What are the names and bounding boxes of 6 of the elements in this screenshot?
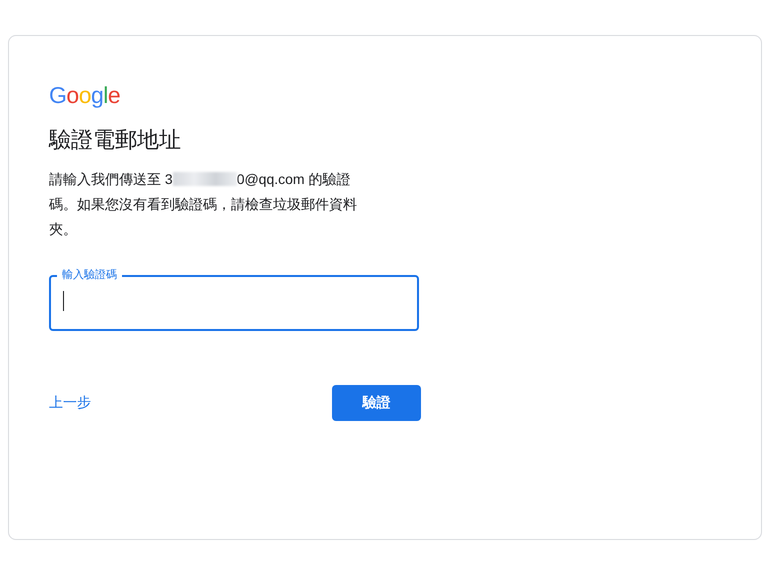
page-title: 驗證電郵地址 [49, 126, 182, 154]
google-logo: Google [49, 82, 120, 109]
verify-button[interactable]: 驗證 [332, 385, 421, 421]
back-link[interactable]: 上一步 [49, 394, 91, 412]
instruction-text: 請輸入我們傳送至 3 0@qq.com 的驗證碼。如果您沒有看到驗證碼，請檢查垃圾郵件資料夾。 [49, 170, 358, 239]
text-cursor [63, 291, 64, 311]
